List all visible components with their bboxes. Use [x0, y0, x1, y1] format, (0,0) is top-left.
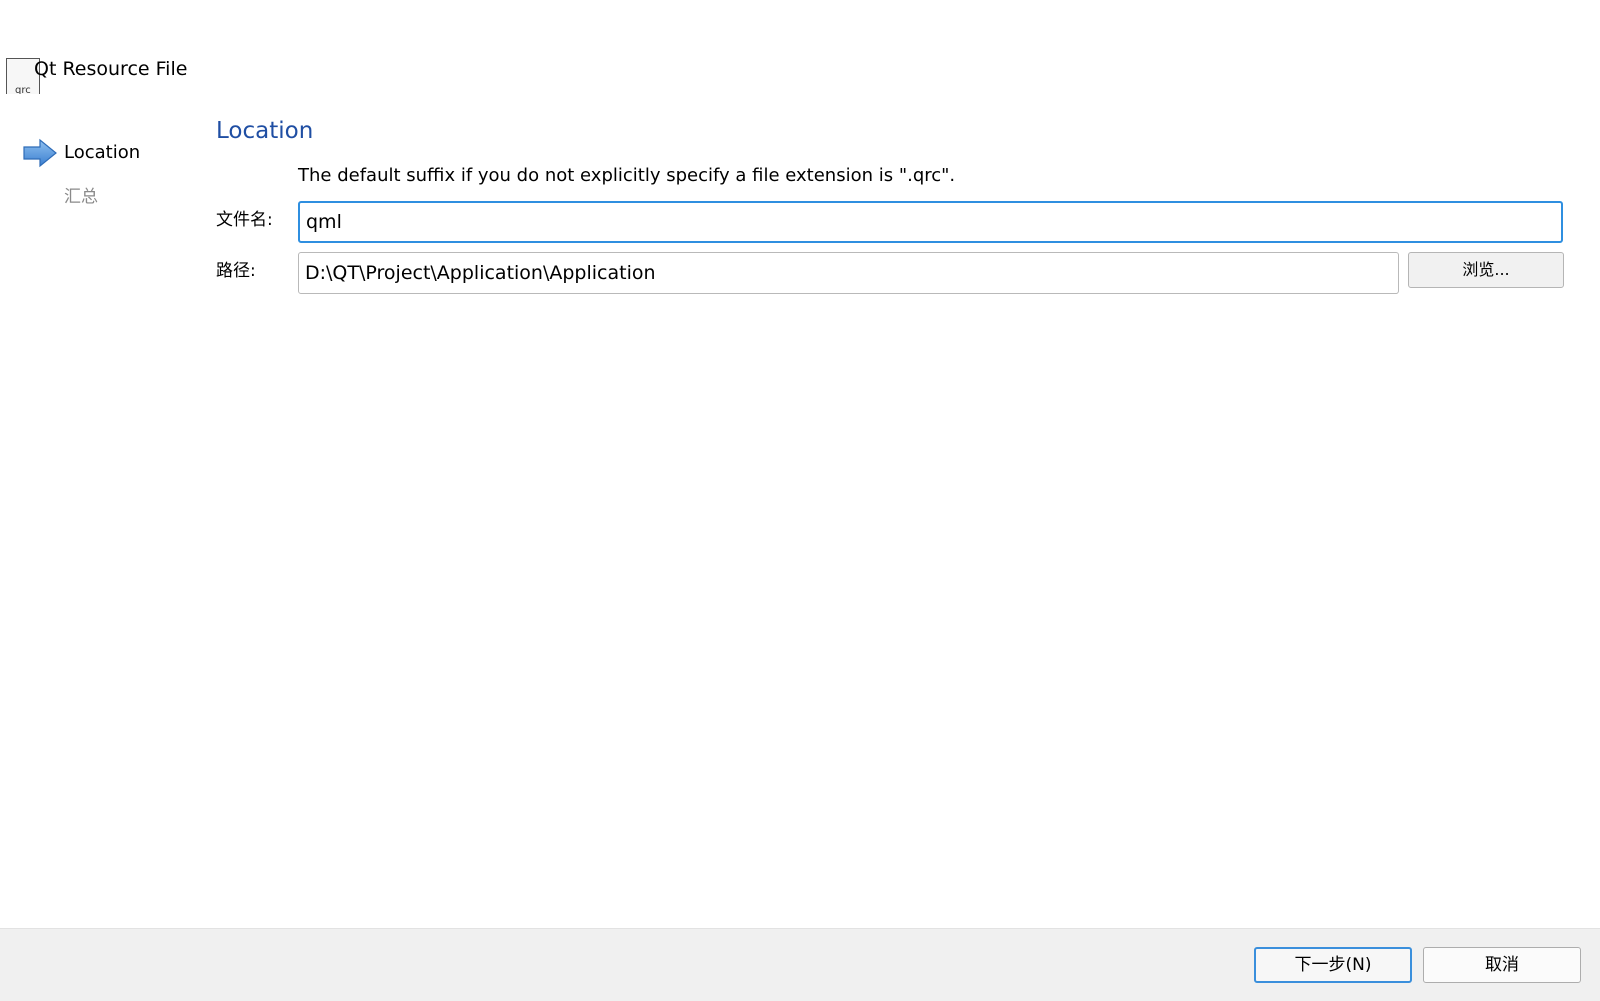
cancel-button[interactable]: 取消: [1423, 947, 1581, 983]
path-label: 路径:: [216, 261, 256, 281]
wizard-footer: 下一步(N) 取消: [0, 928, 1600, 1001]
wizard-title: Qt Resource File: [34, 58, 188, 80]
browse-button[interactable]: 浏览...: [1408, 252, 1564, 288]
next-button[interactable]: 下一步(N): [1254, 947, 1412, 983]
path-input[interactable]: [298, 252, 1399, 294]
page-title: Location: [216, 118, 314, 144]
step-summary: 汇总: [64, 187, 98, 207]
wizard-header: qrc Qt Resource File: [0, 0, 1600, 110]
filename-input[interactable]: [298, 201, 1563, 243]
file-icon-label: qrc: [15, 85, 31, 94]
step-location: Location: [64, 142, 141, 163]
suffix-hint: The default suffix if you do not explici…: [298, 165, 956, 186]
filename-label: 文件名:: [216, 210, 273, 230]
arrow-right-icon: [23, 138, 57, 168]
